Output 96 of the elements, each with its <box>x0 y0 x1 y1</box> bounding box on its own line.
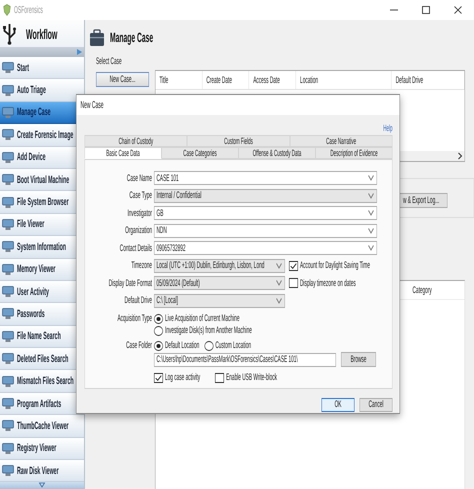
sidebar-item[interactable]: ThumbCache Viewer <box>0 415 84 438</box>
monitor-icon <box>2 397 14 410</box>
monitor-icon <box>2 330 14 343</box>
browse-button[interactable]: Browse <box>341 352 376 367</box>
ok-button[interactable]: OK <box>322 398 354 412</box>
column-header[interactable]: Create Date <box>202 71 250 89</box>
field-label: Default Drive <box>124 295 153 306</box>
sidebar-title: Workflow <box>26 26 58 42</box>
radio-button[interactable] <box>154 326 163 336</box>
field-label: Organization <box>124 225 153 236</box>
radio-button[interactable] <box>154 314 163 324</box>
section-label: Select Case <box>96 55 123 69</box>
dropdown-field[interactable]: CASE 101 <box>154 171 377 186</box>
page-title: Manage Case <box>110 30 154 45</box>
monitor-icon <box>2 173 14 186</box>
field-label: Case Folder <box>125 340 153 352</box>
monitor-icon <box>2 419 14 432</box>
monitor-icon <box>2 240 14 254</box>
chevron-down-icon[interactable] <box>368 244 374 252</box>
tab[interactable]: Basic Case Data <box>84 146 162 158</box>
dropdown-field[interactable]: Local (UTC +1:00) Dublin, Edinburgh, Lisbon, Lond <box>154 258 285 273</box>
radio-label: Investigate Disk(s) from Another Machine <box>165 325 252 336</box>
monitor-icon <box>2 442 14 455</box>
monitor-icon <box>2 285 14 298</box>
chevron-down-icon[interactable] <box>276 296 282 305</box>
checkbox[interactable] <box>289 260 298 271</box>
checkbox[interactable] <box>215 372 224 382</box>
monitor-icon <box>2 262 14 276</box>
radio-button[interactable] <box>154 340 163 350</box>
tab[interactable]: Offense & Custody Data <box>238 146 316 158</box>
monitor-icon <box>2 218 14 231</box>
help-link[interactable]: Help <box>383 123 392 133</box>
monitor-icon <box>2 374 14 388</box>
folder-path-field[interactable]: C:\Users\hp\Documents\PassMark\OSForensics\Cases\CASE 101\ <box>154 352 336 366</box>
chevron-down-icon[interactable] <box>368 174 374 182</box>
maximize-icon[interactable] <box>421 5 431 15</box>
sidebar-item[interactable]: Registry Viewer <box>0 438 84 460</box>
column-header[interactable]: Access Date <box>249 71 296 89</box>
dropdown-field[interactable]: 09065732892 <box>154 241 377 256</box>
radio-label: Custom Location <box>215 340 251 351</box>
monitor-icon <box>2 352 14 366</box>
down-arrow-icon[interactable] <box>38 482 46 488</box>
sidebar-item[interactable]: Auto Triage <box>0 79 84 102</box>
cancel-button[interactable]: Cancel <box>360 398 392 412</box>
column-header[interactable]: Default Drive <box>392 71 464 89</box>
checkbox-label: Enable USB Write-block <box>226 372 277 383</box>
field-label: Case Name <box>126 172 153 184</box>
sidebar-item[interactable]: Raw Disk Viewer <box>0 460 84 482</box>
tab[interactable]: Case Categories <box>162 146 238 158</box>
app-title: OSForensics <box>14 4 43 16</box>
tab[interactable]: Chain of Custody <box>84 135 188 146</box>
column-header[interactable]: Location <box>296 71 392 89</box>
tab[interactable]: Custom Fields <box>187 135 290 146</box>
dropdown-field[interactable]: Internal / Confidential <box>154 188 377 203</box>
field-label: Timezone <box>130 260 153 272</box>
checkbox-label: Display timezone on dates <box>300 278 356 289</box>
dropdown-field[interactable]: C:\ [Local] <box>154 294 285 308</box>
chevron-down-icon[interactable] <box>276 262 282 270</box>
field-label: Case Type <box>128 190 153 202</box>
monitor-icon <box>2 150 14 164</box>
monitor-icon <box>2 84 14 97</box>
checkbox-label: Account for Daylight Saving Time <box>300 260 370 272</box>
dropdown-field[interactable]: 05/09/2024 (Default) <box>154 276 285 290</box>
checkbox[interactable] <box>289 278 298 288</box>
close-icon[interactable] <box>453 5 463 15</box>
chevron-down-icon[interactable] <box>368 226 374 235</box>
monitor-icon <box>2 128 14 142</box>
radio-label: Default Location <box>165 340 200 351</box>
new-case-button[interactable]: New Case... <box>96 72 149 87</box>
monitor-icon <box>2 106 14 119</box>
radio-label: Live Acquisition of Current Machine <box>165 313 240 324</box>
field-label: Investigator <box>126 208 153 219</box>
chevron-down-icon[interactable] <box>368 192 374 200</box>
checkbox-label: Log case activity <box>165 372 200 383</box>
briefcase-icon <box>89 26 105 48</box>
monitor-icon <box>2 61 14 74</box>
shield-icon <box>3 4 11 16</box>
field-label: Acquisition Type <box>116 312 153 324</box>
monitor-icon <box>2 196 14 209</box>
monitor-icon <box>2 307 14 320</box>
column-header[interactable]: Category <box>412 284 432 296</box>
dropdown-field[interactable]: GB <box>154 206 377 220</box>
dropdown-field[interactable]: NDN <box>154 224 377 238</box>
sidebar-item[interactable]: Start <box>0 57 84 80</box>
tab[interactable]: Description of Evidence <box>316 146 392 158</box>
usb-icon <box>2 22 17 44</box>
radio-button[interactable] <box>204 340 214 350</box>
field-label: Contact Details <box>118 242 153 254</box>
column-header[interactable]: Title <box>156 71 202 89</box>
field-label: Display Date Format <box>108 278 153 289</box>
chevron-down-icon[interactable] <box>276 279 282 288</box>
chevron-down-icon[interactable] <box>368 209 374 218</box>
checkbox[interactable] <box>154 372 163 382</box>
chevron-right-icon[interactable] <box>458 152 462 160</box>
tab[interactable]: Case Narrative <box>290 135 392 146</box>
monitor-icon <box>2 464 14 478</box>
